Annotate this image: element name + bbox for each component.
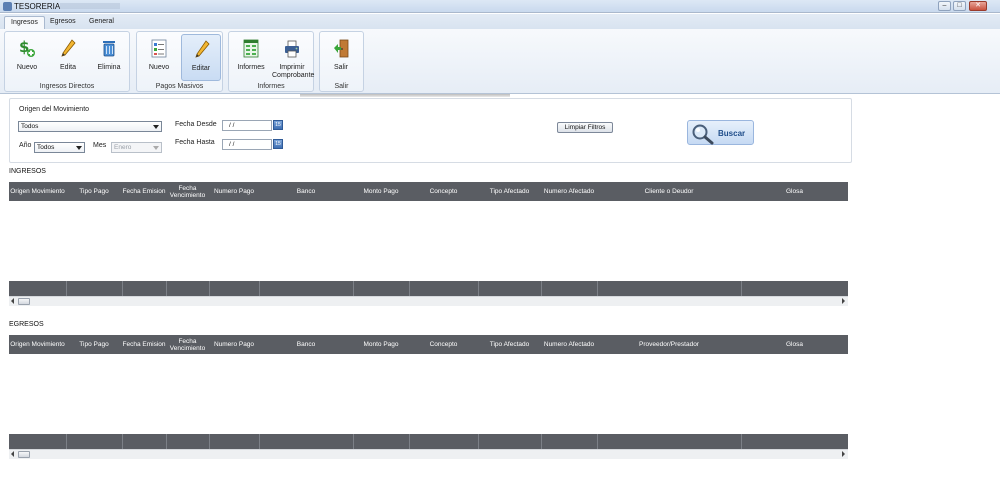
ingresos-edita-button[interactable]: Edita bbox=[48, 34, 88, 81]
scroll-thumb[interactable] bbox=[18, 298, 30, 305]
col-header[interactable]: Banco bbox=[259, 335, 353, 354]
money-add-icon: $ bbox=[19, 39, 35, 57]
origen-label: Origen del Movimiento bbox=[19, 106, 90, 113]
fecha-hasta-label: Fecha Hasta bbox=[175, 139, 215, 146]
col-header[interactable]: Cliente o Deudor bbox=[597, 182, 741, 201]
scroll-thumb[interactable] bbox=[18, 451, 30, 458]
col-header[interactable]: Numero Afectado bbox=[541, 182, 597, 201]
calendar-icon[interactable]: 15 bbox=[273, 139, 283, 149]
origen-select[interactable]: Todos bbox=[18, 121, 162, 132]
calendar-icon[interactable]: 15 bbox=[273, 120, 283, 130]
trash-icon bbox=[103, 41, 115, 57]
egresos-grid-header: Origen Movimiento Tipo Pago Fecha Emisio… bbox=[9, 335, 848, 354]
group-pagos-masivos: Nuevo Editar Pagos Masivos bbox=[136, 31, 223, 92]
informes-button[interactable]: Informes bbox=[231, 34, 271, 81]
col-header[interactable]: Monto Pago bbox=[353, 182, 409, 201]
col-header[interactable]: Origen Movimiento bbox=[9, 335, 66, 354]
spreadsheet-icon bbox=[243, 39, 259, 58]
col-header[interactable]: Monto Pago bbox=[353, 335, 409, 354]
window-title: TESORERIA bbox=[14, 2, 61, 11]
salir-button[interactable]: Salir bbox=[321, 34, 361, 81]
tab-general[interactable]: General bbox=[83, 16, 120, 29]
printer-icon bbox=[285, 40, 299, 58]
magnifier-icon bbox=[692, 124, 714, 145]
col-header[interactable]: Glosa bbox=[741, 335, 848, 354]
col-header[interactable]: Fecha Emision bbox=[122, 182, 166, 201]
group-informes: Informes Imprimir Comprobante Informes bbox=[228, 31, 314, 92]
ingresos-grid-footer bbox=[9, 281, 848, 296]
pencil-icon bbox=[195, 40, 210, 58]
ribbon-shadow bbox=[300, 94, 510, 97]
col-header[interactable]: Tipo Pago bbox=[66, 182, 122, 201]
fecha-desde-label: Fecha Desde bbox=[175, 121, 217, 128]
group-label-pagos-masivos: Pagos Masivos bbox=[155, 83, 204, 90]
col-header[interactable]: Numero Afectado bbox=[541, 335, 597, 354]
scroll-left-icon[interactable] bbox=[11, 451, 14, 457]
tab-egresos[interactable]: Egresos bbox=[44, 16, 82, 29]
group-label-informes: Informes bbox=[257, 83, 285, 90]
group-label-ingresos-directos: Ingresos Directos bbox=[39, 83, 95, 90]
group-label-salir: Salir bbox=[334, 83, 349, 90]
ingresos-title: INGRESOS bbox=[9, 168, 46, 175]
maximize-button[interactable]: □ bbox=[953, 1, 966, 11]
chevron-down-icon bbox=[153, 125, 159, 129]
col-header[interactable]: Fecha Emision bbox=[122, 335, 166, 354]
col-header[interactable]: Concepto bbox=[409, 182, 478, 201]
title-ghost-text bbox=[60, 3, 120, 9]
egresos-grid-body[interactable] bbox=[9, 354, 848, 436]
buscar-button[interactable]: Buscar bbox=[687, 120, 754, 145]
ingresos-grid-header: Origen Movimiento Tipo Pago Fecha Emisio… bbox=[9, 182, 848, 201]
col-header[interactable]: Glosa bbox=[741, 182, 848, 201]
close-button[interactable]: ✕ bbox=[969, 1, 987, 11]
col-header[interactable]: Fecha Vencimiento bbox=[166, 335, 209, 354]
col-header[interactable]: Tipo Afectado bbox=[478, 335, 541, 354]
col-header[interactable]: Banco bbox=[259, 182, 353, 201]
egresos-title: EGRESOS bbox=[9, 321, 44, 328]
col-header[interactable]: Tipo Pago bbox=[66, 335, 122, 354]
mes-label: Mes bbox=[93, 142, 107, 149]
ingresos-grid-body[interactable] bbox=[9, 201, 848, 283]
col-header[interactable]: Proveedor/Prestador bbox=[597, 335, 741, 354]
group-salir: Salir Salir bbox=[319, 31, 364, 92]
fecha-desde-input[interactable]: / / bbox=[222, 120, 272, 131]
scroll-right-icon[interactable] bbox=[842, 298, 845, 304]
imprimir-comprobante-button[interactable]: Imprimir Comprobante bbox=[272, 34, 314, 81]
scroll-left-icon[interactable] bbox=[11, 298, 14, 304]
checklist-icon bbox=[151, 39, 167, 58]
exit-door-icon bbox=[334, 39, 349, 58]
col-header[interactable]: Concepto bbox=[409, 335, 478, 354]
anio-select[interactable]: Todos bbox=[34, 142, 85, 153]
ingresos-hscrollbar[interactable] bbox=[9, 296, 848, 306]
pencil-icon bbox=[61, 39, 76, 57]
scroll-right-icon[interactable] bbox=[842, 451, 845, 457]
col-header[interactable]: Tipo Afectado bbox=[478, 182, 541, 201]
mes-select[interactable]: Enero bbox=[111, 142, 162, 153]
ingresos-elimina-button[interactable]: Elimina bbox=[89, 34, 129, 81]
limpiar-filtros-button[interactable]: Limpiar Filtros bbox=[557, 122, 613, 133]
group-ingresos-directos: $ Nuevo Edita Elimina Ingresos Directos bbox=[4, 31, 130, 92]
minimize-button[interactable]: – bbox=[938, 1, 951, 11]
pagos-editar-button[interactable]: Editar bbox=[181, 34, 221, 81]
title-bar: TESORERIA – □ ✕ bbox=[0, 0, 1000, 13]
ribbon-tabs: Ingresos Egresos General bbox=[0, 14, 1000, 29]
col-header[interactable]: Origen Movimiento bbox=[9, 182, 66, 201]
ribbon: $ Nuevo Edita Elimina Ingresos Directos … bbox=[0, 29, 1000, 94]
fecha-hasta-input[interactable]: / / bbox=[222, 139, 272, 150]
chevron-down-icon bbox=[76, 146, 82, 150]
egresos-hscrollbar[interactable] bbox=[9, 449, 848, 459]
col-header[interactable]: Fecha Vencimiento bbox=[166, 182, 209, 201]
chevron-down-icon bbox=[153, 146, 159, 150]
col-header[interactable]: Numero Pago bbox=[209, 335, 259, 354]
col-header[interactable]: Numero Pago bbox=[209, 182, 259, 201]
tab-ingresos[interactable]: Ingresos bbox=[4, 16, 45, 29]
pagos-nuevo-button[interactable]: Nuevo bbox=[139, 34, 179, 81]
ingresos-nuevo-button[interactable]: $ Nuevo bbox=[7, 34, 47, 81]
egresos-grid-footer bbox=[9, 434, 848, 449]
app-icon bbox=[3, 2, 12, 11]
anio-label: Año bbox=[19, 142, 32, 149]
